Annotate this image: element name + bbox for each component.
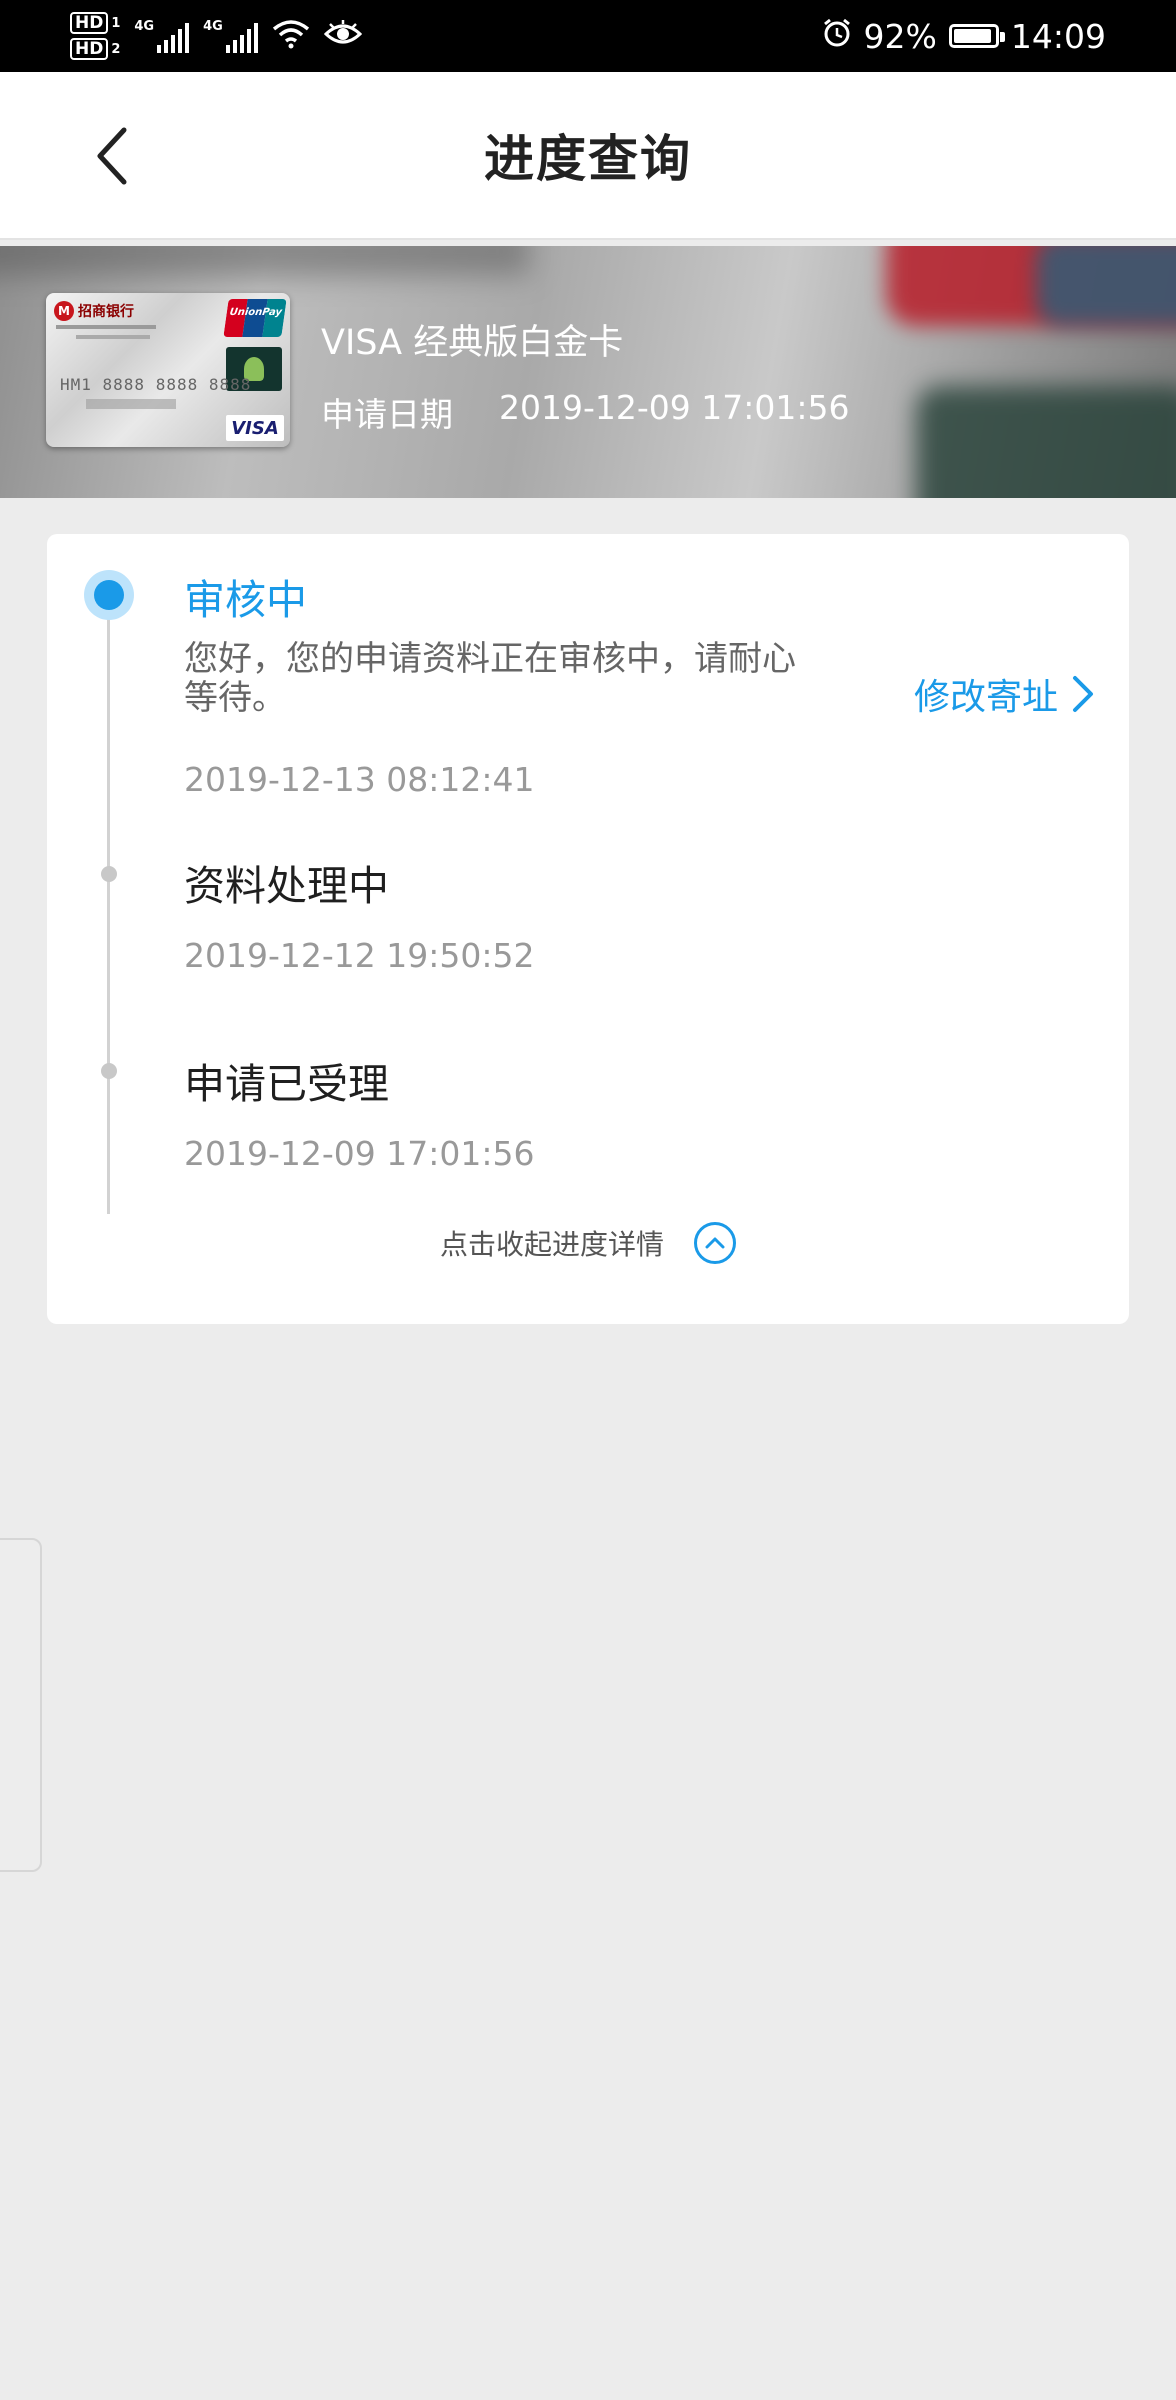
signal-icon: 4G	[134, 19, 190, 53]
app-header: 进度查询	[0, 72, 1176, 240]
signal-icon: 4G	[203, 19, 258, 53]
timeline-dot-active	[84, 570, 134, 620]
chevron-up-circle-icon	[694, 1222, 736, 1264]
step-time: 2019-12-12 19:50:52	[184, 936, 535, 975]
hd2-indicator: HD 2	[70, 38, 120, 60]
step-description: 您好，您的申请资料正在审核中，请耐心等待。	[184, 639, 796, 718]
step-time: 2019-12-13 08:12:41	[184, 760, 535, 799]
timeline-dot	[101, 1063, 117, 1079]
status-bar: HD 1 HD 2 4G 4G 92% 14:09	[0, 0, 1176, 72]
apply-date-value: 2019-12-09 17:01:56	[499, 388, 850, 427]
eye-icon	[323, 20, 363, 52]
step-title-reviewing: 审核中	[184, 576, 307, 624]
card-name: VISA 经典版白金卡	[321, 323, 624, 363]
step-title-processing: 资料处理中	[184, 862, 389, 910]
battery-icon	[948, 24, 1005, 48]
timeline-line	[107, 594, 110, 1214]
step-time: 2019-12-09 17:01:56	[184, 1134, 535, 1173]
timeline-dot	[101, 866, 117, 882]
modify-address-label: 修改寄址	[913, 677, 1058, 718]
alarm-icon	[822, 17, 852, 56]
collapse-details-button[interactable]: 点击收起进度详情	[0, 1222, 1176, 1264]
clock: 14:09	[1010, 16, 1106, 56]
modify-address-button[interactable]: 修改寄址	[914, 668, 1094, 720]
unionpay-logo: UnionPay	[223, 299, 287, 337]
apply-date-label: 申请日期	[321, 395, 453, 434]
hd1-indicator: HD 1	[70, 12, 120, 34]
collapse-details-label: 点击收起进度详情	[439, 1228, 664, 1261]
wifi-icon	[272, 19, 310, 53]
chevron-right-icon	[1073, 676, 1093, 712]
credit-card-image: M 招商银行 UnionPay HM1 8888 8888 8888 VISA	[46, 293, 290, 447]
apply-date-row: 申请日期 2019-12-09 17:01:56	[321, 388, 849, 436]
bank-logo-icon: M	[54, 301, 74, 321]
page-title: 进度查询	[484, 130, 692, 188]
card-number: HM1 8888 8888 8888	[60, 375, 252, 394]
step-title-accepted: 申请已受理	[184, 1060, 389, 1108]
visa-logo: VISA	[226, 415, 284, 441]
floating-side-tab[interactable]	[0, 1538, 42, 1872]
card-banner: M 招商银行 UnionPay HM1 8888 8888 8888 VISA …	[0, 246, 1176, 498]
battery-percent: 92%	[863, 16, 937, 56]
